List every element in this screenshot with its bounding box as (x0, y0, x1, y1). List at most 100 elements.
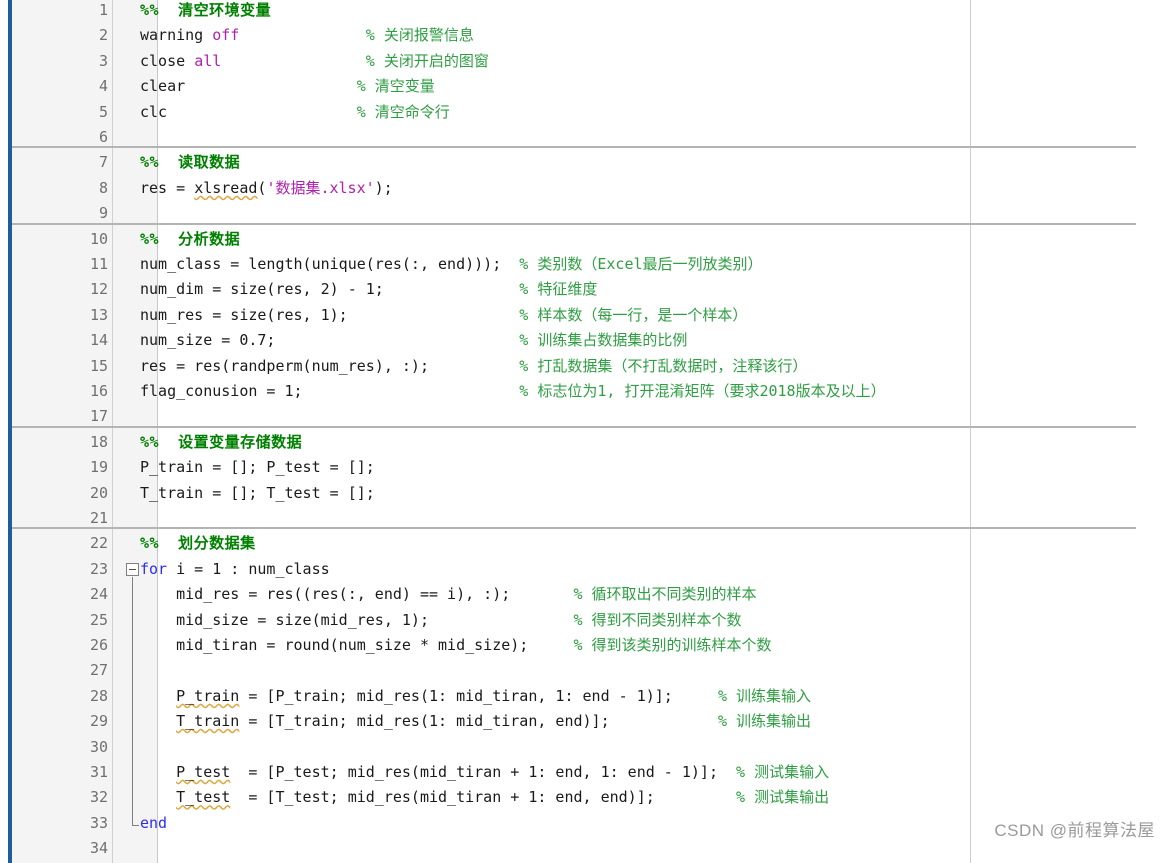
code-text[interactable]: num_res = size(res, 1); % 样本数（每一行，是一个样本） (140, 303, 747, 328)
code-token: %% 设置变量存储数据 (140, 432, 303, 451)
code-text[interactable]: for i = 1 : num_class (140, 557, 330, 582)
code-line[interactable]: 6 (0, 125, 1171, 150)
code-text[interactable]: num_class = length(unique(res(:, end)));… (140, 252, 763, 277)
code-text[interactable]: %% 设置变量存储数据 (140, 430, 302, 455)
code-token: % 训练集输出 (717, 712, 812, 731)
code-line[interactable]: 7 %% 读取数据 (0, 150, 1171, 175)
code-token: % 测试集输入 (736, 763, 830, 781)
code-line[interactable]: 24 mid_res = res((res(:, end) == i), :);… (0, 582, 1171, 607)
code-line[interactable]: 4 clear % 清空变量 (0, 74, 1171, 99)
code-line[interactable]: 18 %% 设置变量存储数据 (0, 430, 1171, 455)
code-text[interactable]: flag_conusion = 1; % 标志位为1, 打开混淆矩阵（要求201… (140, 379, 886, 404)
code-line[interactable]: 30 (0, 735, 1171, 760)
code-line[interactable]: 1 %% 清空环境变量 (0, 0, 1171, 23)
code-text[interactable]: P_train = []; P_test = []; (140, 455, 375, 480)
code-line[interactable]: 26 mid_tiran = round(num_size * mid_size… (0, 633, 1171, 658)
code-line[interactable]: 31 P_test = [P_test; mid_res(mid_tiran +… (0, 760, 1171, 785)
code-line[interactable]: 3 close all % 关闭开启的图窗 (0, 49, 1171, 74)
code-line[interactable]: 28 P_train = [P_train; mid_res(1: mid_ti… (0, 684, 1171, 709)
code-line[interactable]: 21 (0, 506, 1171, 531)
code-token: % 特征维度 (519, 280, 598, 299)
code-warning-token: T_test (176, 788, 231, 807)
code-text[interactable]: P_train = [P_train; mid_res(1: mid_tiran… (140, 684, 811, 709)
code-token: % 训练集输入 (717, 686, 812, 705)
code-text[interactable]: mid_tiran = round(num_size * mid_size); … (140, 633, 772, 658)
code-line[interactable]: 22 %% 划分数据集 (0, 531, 1171, 556)
code-text[interactable]: mid_res = res((res(:, end) == i), :); % … (140, 582, 757, 607)
line-number: 13 (89, 305, 108, 324)
code-line[interactable]: 8 res = xlsread('数据集.xlsx'); (0, 176, 1171, 201)
code-text[interactable]: T_train = [T_train; mid_res(1: mid_tiran… (140, 709, 811, 734)
code-token: off (212, 26, 240, 45)
code-token: mid_size = size(mid_res, 1); (140, 610, 574, 629)
code-text[interactable]: close all % 关闭开启的图窗 (140, 49, 489, 74)
code-token: % 得到不同类别样本个数 (573, 610, 742, 629)
code-text[interactable]: P_test = [P_test; mid_res(mid_tiran + 1:… (140, 760, 829, 785)
line-number: 2 (98, 26, 108, 45)
code-line[interactable]: 12 num_dim = size(res, 2) - 1; % 特征维度 (0, 277, 1171, 302)
code-text[interactable]: %% 划分数据集 (140, 531, 256, 556)
code-token: % 得到该类别的训练样本个数 (573, 636, 772, 654)
code-token: %% 分析数据 (140, 229, 241, 248)
code-line[interactable]: 27 (0, 658, 1171, 683)
line-number: 30 (89, 737, 108, 756)
code-line[interactable]: 11 num_class = length(unique(res(:, end))… (0, 252, 1171, 277)
line-number: 21 (89, 509, 108, 527)
code-token: num_size = 0.7; (140, 331, 520, 350)
code-text[interactable]: res = res(randperm(num_res), :); % 打乱数据集… (140, 354, 807, 379)
code-line[interactable]: 16 flag_conusion = 1; % 标志位为1, 打开混淆矩阵（要求2… (0, 379, 1171, 404)
code-token: % 打乱数据集（不打乱数据时，注释该行） (519, 356, 808, 375)
code-line[interactable]: 14 num_size = 0.7; % 训练集占数据集的比例 (0, 328, 1171, 353)
code-text[interactable]: clc % 清空命令行 (140, 100, 450, 125)
code-text[interactable]: %% 分析数据 (140, 227, 240, 252)
code-line[interactable]: 23 for i = 1 : num_class (0, 557, 1171, 582)
fold-toggle-icon[interactable] (126, 562, 139, 576)
code-token: num_class = length(unique(res(:, end))); (140, 255, 520, 273)
code-text[interactable]: %% 读取数据 (140, 150, 240, 175)
code-line[interactable]: 15 res = res(randperm(num_res), :); % 打乱数… (0, 354, 1171, 379)
code-token: % 样本数（每一行，是一个样本） (519, 305, 748, 324)
code-line[interactable]: 29 T_train = [T_train; mid_res(1: mid_ti… (0, 709, 1171, 734)
code-line[interactable]: 13 num_res = size(res, 1); % 样本数（每一行，是一个样… (0, 303, 1171, 328)
code-warning-token: P_train (176, 686, 240, 705)
code-line[interactable]: 10 %% 分析数据 (0, 227, 1171, 252)
matlab-code-editor[interactable]: 1 %% 清空环境变量 2 warning off % 关闭报警信息 3 close al… (0, 0, 1171, 863)
line-number: 29 (89, 712, 108, 731)
code-token: P_train = []; P_test = []; (140, 458, 375, 477)
code-text[interactable]: warning off % 关闭报警信息 (140, 23, 474, 48)
code-line[interactable]: 25 mid_size = size(mid_res, 1); % 得到不同类别… (0, 608, 1171, 633)
code-text[interactable]: T_train = []; T_test = []; (140, 481, 375, 506)
code-line[interactable]: 20 T_train = []; T_test = []; (0, 481, 1171, 506)
code-text[interactable]: mid_size = size(mid_res, 1); % 得到不同类别样本个… (140, 608, 742, 633)
code-warning-token: P_test (176, 763, 231, 781)
code-text[interactable]: num_size = 0.7; % 训练集占数据集的比例 (140, 328, 687, 353)
code-text[interactable]: clear % 清空变量 (140, 74, 435, 99)
code-text[interactable]: end (140, 811, 167, 836)
code-text[interactable]: T_test = [T_test; mid_res(mid_tiran + 1:… (140, 785, 829, 810)
code-line[interactable]: 9 (0, 201, 1171, 226)
line-number: 6 (98, 128, 108, 146)
line-number: 9 (98, 204, 108, 223)
code-line[interactable]: 32 T_test = [T_test; mid_res(mid_tiran +… (0, 785, 1171, 810)
code-token: mid_res = res((res(:, end) == i), :); (140, 585, 574, 604)
code-text[interactable]: num_dim = size(res, 2) - 1; % 特征维度 (140, 277, 597, 302)
code-token: % 标志位为1, 打开混淆矩阵（要求2018版本及以上） (519, 382, 886, 400)
code-token: %% 清空环境变量 (140, 1, 272, 19)
code-line[interactable]: 2 warning off % 关闭报警信息 (0, 23, 1171, 48)
code-line[interactable]: 5 clc % 清空命令行 (0, 100, 1171, 125)
code-text[interactable]: res = xlsread('数据集.xlsx'); (140, 176, 393, 201)
line-number: 5 (98, 102, 108, 121)
code-line[interactable]: 19 P_train = []; P_test = []; (0, 455, 1171, 480)
line-number: 12 (89, 280, 108, 299)
fold-range-end (132, 824, 139, 826)
code-text[interactable]: %% 清空环境变量 (140, 0, 271, 23)
csdn-watermark: CSDN @前程算法屋 (994, 821, 1155, 840)
code-token: % 循环取出不同类别的样本 (573, 585, 757, 604)
code-line[interactable]: 17 (0, 404, 1171, 429)
line-number: 1 (98, 1, 108, 19)
code-token: flag_conusion = 1; (140, 382, 520, 400)
code-token: end (140, 813, 168, 832)
line-number: 18 (89, 432, 108, 451)
